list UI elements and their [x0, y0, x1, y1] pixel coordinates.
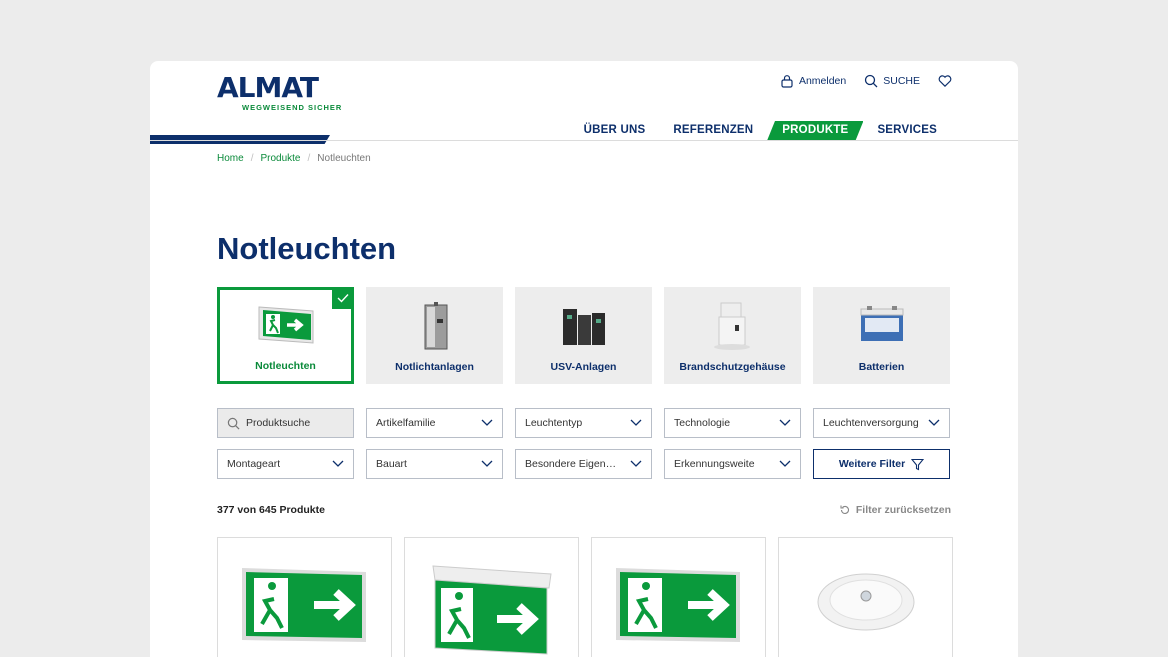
main-card: ALMAT WEGWEISEND SICHER Anmelden SUCHE Ü…: [150, 61, 1018, 657]
battery-icon: [860, 306, 903, 341]
category-tile-batterien[interactable]: Batterien: [813, 287, 950, 384]
filter-bauart[interactable]: Bauart: [366, 449, 503, 479]
chevron-down-icon: [481, 460, 493, 467]
search-link[interactable]: SUCHE: [864, 74, 920, 88]
chevron-down-icon: [630, 460, 642, 467]
exit-sign-icon: [258, 306, 313, 344]
filter-label: Besondere Eigenschaften: [525, 458, 621, 470]
checkmark-icon: [337, 294, 349, 303]
search-icon: [227, 417, 240, 429]
product-card[interactable]: [217, 537, 392, 657]
search-placeholder: Produktsuche: [246, 417, 311, 429]
login-label: Anmelden: [798, 75, 847, 87]
product-card[interactable]: [404, 537, 579, 657]
selected-check-badge: [332, 287, 354, 309]
category-label: USV-Anlagen: [550, 361, 617, 373]
filter-technologie[interactable]: Technologie: [664, 408, 801, 438]
category-tile-notlichtanlagen[interactable]: Notlichtanlagen: [366, 287, 503, 384]
filter-label: Leuchtenversorgung: [823, 417, 919, 429]
filter-besondere-eigenschaften[interactable]: Besondere Eigenschaften: [515, 449, 652, 479]
category-tile-brandschutzgehaeuse[interactable]: Brandschutzgehäuse: [664, 287, 801, 384]
breadcrumb-home[interactable]: Home: [217, 153, 244, 164]
filter-funnel-icon: [911, 458, 925, 470]
search-label: SUCHE: [883, 75, 920, 87]
category-tiles: Notleuchten Notlichtanlagen USV-Anlagen: [217, 287, 950, 384]
chevron-down-icon: [928, 419, 940, 426]
breadcrumb-current: Notleuchten: [317, 153, 371, 164]
product-card[interactable]: [591, 537, 766, 657]
chevron-down-icon: [481, 419, 493, 426]
nav-item-ueber-uns[interactable]: ÜBER UNS: [570, 121, 660, 140]
filter-artikelfamilie[interactable]: Artikelfamilie: [366, 408, 503, 438]
result-count: 377 von 645 Produkte: [217, 504, 325, 516]
filter-montageart[interactable]: Montageart: [217, 449, 354, 479]
more-filters-button[interactable]: Weitere Filter: [813, 449, 950, 479]
nav-item-referenzen[interactable]: REFERENZEN: [659, 121, 767, 140]
filter-label: Montageart: [227, 458, 281, 470]
filter-label: Bauart: [376, 458, 407, 470]
enclosure-icon: [713, 302, 750, 350]
logo-tagline: WEGWEISEND SICHER: [242, 103, 343, 112]
exit-sign-product-image: [241, 568, 366, 642]
reset-filters-button[interactable]: Filter zurücksetzen: [839, 504, 951, 516]
chevron-down-icon: [332, 460, 344, 467]
product-search-input[interactable]: Produktsuche: [217, 408, 354, 438]
nav-item-services[interactable]: SERVICES: [863, 121, 951, 140]
logo-wordmark: ALMAT: [217, 71, 319, 104]
more-filters-label: Weitere Filter: [838, 458, 906, 470]
product-grid: [217, 537, 953, 657]
filter-label: Artikelfamilie: [376, 417, 436, 429]
nav-item-produkte[interactable]: PRODUKTE: [767, 121, 864, 140]
breadcrumb: Home / Produkte / Notleuchten: [217, 153, 371, 164]
reset-icon: [840, 505, 849, 514]
page-title: Notleuchten: [217, 231, 397, 266]
cabinet-icon: [424, 302, 447, 350]
category-label: Notleuchten: [255, 360, 316, 372]
filter-panel: Produktsuche Artikelfamilie Leuchtentyp …: [217, 408, 950, 490]
filter-label: Leuchtentyp: [525, 417, 583, 429]
main-nav: ÜBER UNS REFERENZEN PRODUKTE SERVICES: [570, 121, 951, 140]
login-link[interactable]: Anmelden: [780, 74, 846, 88]
reset-filters-label: Filter zurücksetzen: [855, 504, 951, 516]
lock-icon: [781, 75, 793, 88]
round-downlight-product-image: [817, 573, 914, 631]
category-tile-notleuchten[interactable]: Notleuchten: [217, 287, 354, 384]
breadcrumb-separator: /: [250, 153, 254, 164]
wishlist-link[interactable]: [938, 74, 952, 88]
nav-divider: [150, 140, 1018, 141]
chevron-down-icon: [779, 419, 791, 426]
top-utility-nav: Anmelden SUCHE: [780, 74, 952, 88]
breadcrumb-separator: /: [307, 153, 311, 164]
main-navbar: ÜBER UNS REFERENZEN PRODUKTE SERVICES: [150, 121, 1018, 144]
category-label: Batterien: [858, 361, 905, 373]
filter-leuchtenversorgung[interactable]: Leuchtenversorgung: [813, 408, 950, 438]
chevron-down-icon: [779, 460, 791, 467]
exit-sign-product-image: [615, 568, 740, 642]
filter-leuchtentyp[interactable]: Leuchtentyp: [515, 408, 652, 438]
filter-label: Technologie: [674, 417, 731, 429]
category-label: Brandschutzgehäuse: [679, 361, 786, 373]
exit-sign-product-image: [431, 565, 552, 655]
breadcrumb-products[interactable]: Produkte: [260, 153, 300, 164]
heart-icon: [938, 75, 952, 88]
ups-icon: [562, 309, 605, 345]
filter-label: Erkennungsweite: [674, 458, 755, 470]
chevron-down-icon: [630, 419, 642, 426]
product-card[interactable]: [778, 537, 953, 657]
filter-erkennungsweite[interactable]: Erkennungsweite: [664, 449, 801, 479]
category-label: Notlichtanlagen: [395, 361, 474, 373]
category-tile-usv-anlagen[interactable]: USV-Anlagen: [515, 287, 652, 384]
search-icon: [865, 74, 878, 88]
almat-logo[interactable]: ALMAT WEGWEISEND SICHER: [217, 71, 341, 113]
